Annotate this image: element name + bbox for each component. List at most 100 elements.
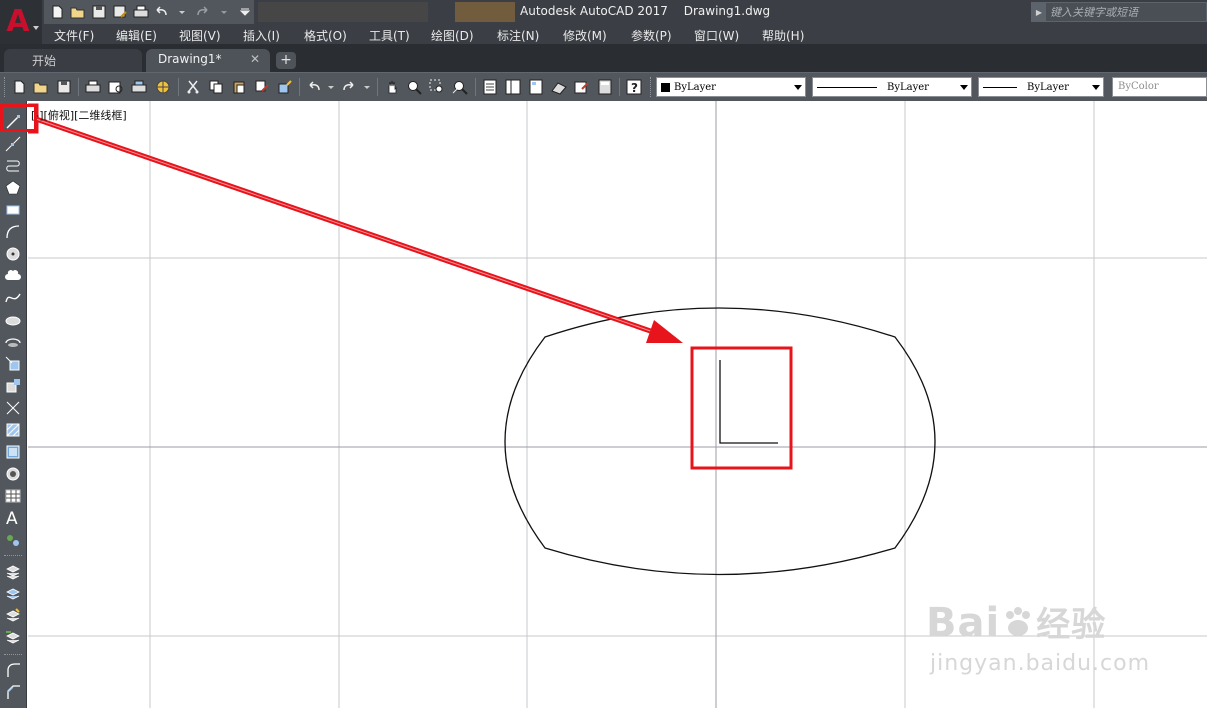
cut-icon[interactable] xyxy=(184,78,202,96)
design-center-icon[interactable] xyxy=(504,78,522,96)
menu-insert[interactable]: 插入(I) xyxy=(243,27,280,44)
pan-icon[interactable] xyxy=(383,78,401,96)
sheet-set-icon[interactable] xyxy=(550,78,568,96)
3d-dwf-icon[interactable] xyxy=(154,78,172,96)
polygon-icon[interactable] xyxy=(4,179,22,197)
menu-draw[interactable]: 绘图(D) xyxy=(431,27,474,44)
menu-modify[interactable]: 修改(M) xyxy=(563,27,607,44)
point-icon[interactable] xyxy=(4,399,22,417)
linetype-control[interactable]: ByLayer xyxy=(812,77,972,97)
spline-icon[interactable] xyxy=(4,289,22,307)
lineweight-control[interactable]: ByLayer xyxy=(978,77,1104,97)
open-icon[interactable] xyxy=(69,2,88,22)
tab-drawing1[interactable]: Drawing1* ✕ xyxy=(146,49,270,72)
layer-match-icon[interactable] xyxy=(4,607,22,625)
plot-icon[interactable] xyxy=(84,78,102,96)
highlight-box-line-tool-overlay xyxy=(0,104,37,132)
ellipse-icon[interactable] xyxy=(4,311,22,329)
layer-previous-icon[interactable] xyxy=(4,629,22,647)
text-icon[interactable]: A xyxy=(4,509,22,527)
new-tab-button[interactable]: + xyxy=(276,52,296,69)
revision-cloud-icon[interactable] xyxy=(4,267,22,285)
plot-preview-icon[interactable] xyxy=(107,78,125,96)
annotation-arrow xyxy=(35,116,683,343)
save-icon[interactable] xyxy=(90,2,109,22)
close-icon[interactable]: ✕ xyxy=(250,52,260,66)
fillet-icon[interactable] xyxy=(4,661,22,679)
polyline-icon[interactable] xyxy=(4,157,22,175)
construction-line-icon[interactable] xyxy=(4,135,22,153)
linetype-sample xyxy=(817,86,877,88)
search-input[interactable]: ▶ 键入关键字或短语 xyxy=(1031,2,1207,22)
chamfer-icon[interactable] xyxy=(4,683,22,701)
redo-dropdown-icon[interactable] xyxy=(358,78,376,96)
save-icon[interactable] xyxy=(55,78,73,96)
toolbar-grip[interactable] xyxy=(4,555,22,557)
menu-tools[interactable]: 工具(T) xyxy=(369,27,410,44)
menu-format[interactable]: 格式(O) xyxy=(304,27,347,44)
chevron-right-icon[interactable]: ▶ xyxy=(1032,3,1046,21)
zoom-previous-icon[interactable] xyxy=(451,78,469,96)
plot-icon[interactable] xyxy=(131,2,150,22)
toolbar-grip[interactable] xyxy=(4,654,22,656)
chevron-down-icon[interactable] xyxy=(1089,78,1103,96)
undo-dropdown-icon[interactable] xyxy=(322,78,340,96)
publish-icon[interactable] xyxy=(130,78,148,96)
application-menu-button[interactable]: A xyxy=(0,0,42,44)
chevron-down-icon[interactable] xyxy=(791,78,805,96)
toolbar-grip[interactable] xyxy=(650,77,652,97)
chevron-down-icon[interactable] xyxy=(957,78,971,96)
help-icon[interactable]: ? xyxy=(625,78,643,96)
zoom-window-icon[interactable] xyxy=(428,78,446,96)
match-properties-icon[interactable] xyxy=(253,78,271,96)
tab-start[interactable]: 开始 xyxy=(4,49,142,72)
l-line[interactable] xyxy=(719,360,778,444)
redo-icon[interactable] xyxy=(194,2,213,22)
make-block-icon[interactable] xyxy=(4,377,22,395)
open-icon[interactable] xyxy=(32,78,50,96)
redo-dropdown-icon[interactable] xyxy=(214,2,233,22)
insert-block-icon[interactable] xyxy=(4,355,22,373)
plotstyle-control[interactable]: ByColor xyxy=(1112,77,1207,97)
paste-icon[interactable] xyxy=(230,78,248,96)
undo-icon[interactable] xyxy=(152,2,171,22)
region-icon[interactable] xyxy=(4,465,22,483)
properties-icon[interactable] xyxy=(481,78,499,96)
circle-icon[interactable] xyxy=(4,245,22,263)
ellipse-arc-icon[interactable] xyxy=(4,333,22,351)
add-selected-icon[interactable] xyxy=(4,531,22,549)
copy-icon[interactable] xyxy=(207,78,225,96)
gradient-icon[interactable] xyxy=(4,443,22,461)
block-editor-icon[interactable] xyxy=(276,78,294,96)
layer-icon[interactable] xyxy=(4,563,22,581)
drawing-canvas[interactable]: [-][俯视][二维线框] Bai 经验 jingyan.baidu.com xyxy=(28,101,1207,708)
title-bar: Autodesk AutoCAD 2017 Drawing1.dwg ▶ 键入关… xyxy=(0,0,1207,24)
menu-dimension[interactable]: 标注(N) xyxy=(497,27,539,44)
undo-dropdown-icon[interactable] xyxy=(173,2,192,22)
rectangle-icon[interactable] xyxy=(4,201,22,219)
menu-file[interactable]: 文件(F) xyxy=(54,27,94,44)
menu-edit[interactable]: 编辑(E) xyxy=(116,27,157,44)
menu-view[interactable]: 视图(V) xyxy=(179,27,221,44)
color-control[interactable]: ByLayer xyxy=(656,77,806,97)
layer-properties-icon[interactable] xyxy=(4,585,22,603)
save-as-icon[interactable] xyxy=(110,2,129,22)
table-icon[interactable] xyxy=(4,487,22,505)
toolbar-grip[interactable] xyxy=(4,77,6,97)
hatch-icon[interactable] xyxy=(4,421,22,439)
viewport-controls[interactable]: [-][俯视][二维线框] xyxy=(31,107,127,123)
menu-window[interactable]: 窗口(W) xyxy=(694,27,739,44)
menu-help[interactable]: 帮助(H) xyxy=(762,27,804,44)
arc-icon[interactable] xyxy=(4,223,22,241)
undo-icon[interactable] xyxy=(305,78,323,96)
zoom-realtime-icon[interactable] xyxy=(405,78,423,96)
qnew-icon[interactable] xyxy=(10,78,28,96)
new-icon[interactable] xyxy=(48,2,67,22)
draw-toolbar: A xyxy=(0,101,27,708)
redo-icon[interactable] xyxy=(340,78,358,96)
markup-icon[interactable] xyxy=(573,78,591,96)
menu-parametric[interactable]: 参数(P) xyxy=(631,27,672,44)
customize-icon[interactable] xyxy=(235,2,254,22)
tool-palettes-icon[interactable] xyxy=(527,78,545,96)
quickcalc-icon[interactable] xyxy=(596,78,614,96)
